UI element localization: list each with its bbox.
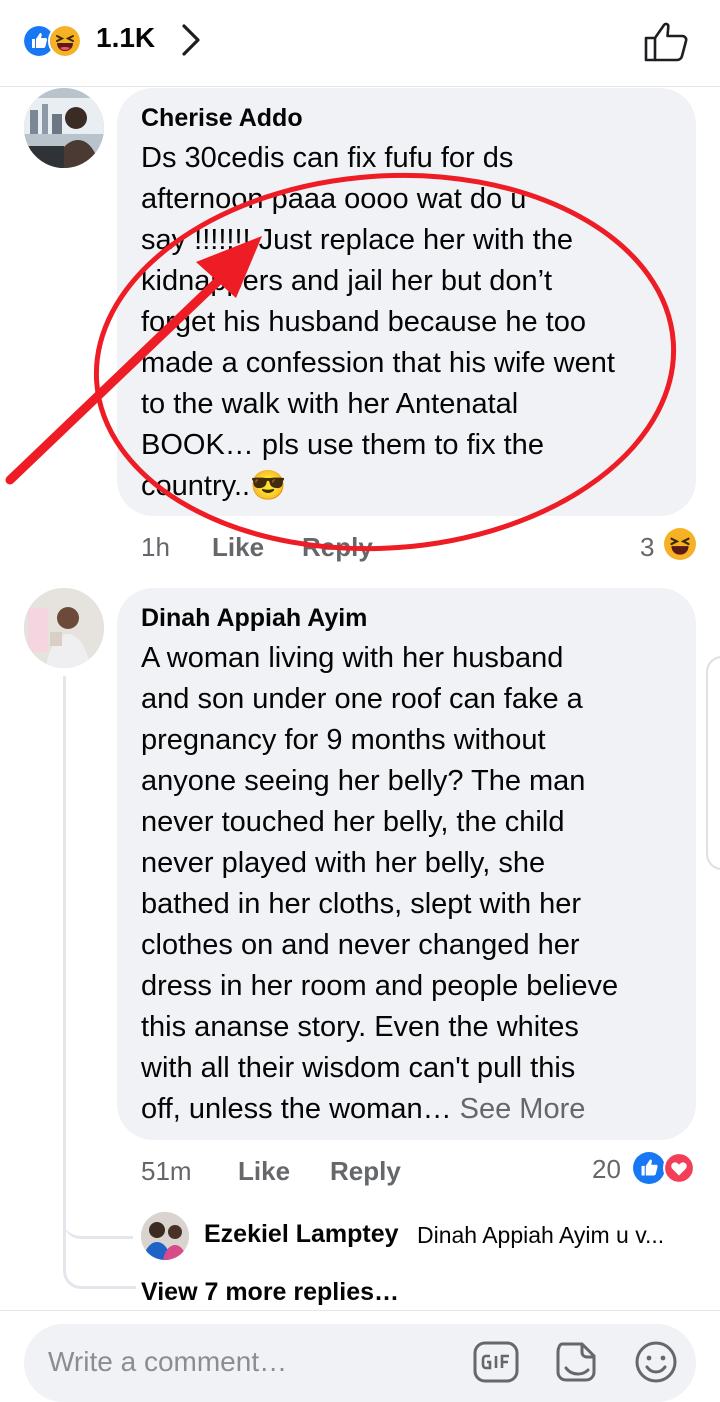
comment-reaction-count[interactable]: 3 bbox=[640, 532, 654, 563]
reply-author[interactable]: Ezekiel Lamptey bbox=[204, 1220, 399, 1249]
view-more-replies[interactable]: View 7 more replies… bbox=[141, 1278, 399, 1307]
haha-reaction-icon bbox=[48, 24, 82, 58]
profile-photo bbox=[141, 1212, 189, 1260]
reply-button[interactable]: Reply bbox=[302, 532, 373, 563]
comment-text: Ds 30cedis can fix fufu for ds afternoon… bbox=[141, 142, 615, 502]
comment-reaction-count[interactable]: 20 bbox=[592, 1154, 621, 1185]
reply-button[interactable]: Reply bbox=[330, 1156, 401, 1187]
thumbs-up-icon[interactable] bbox=[642, 18, 692, 64]
avatar-ezekiel-lamptey[interactable] bbox=[141, 1212, 189, 1260]
reply-preview[interactable]: Dinah Appiah Ayim u v... bbox=[417, 1222, 664, 1249]
chevron-right-icon[interactable] bbox=[178, 20, 204, 60]
like-reaction-icon bbox=[633, 1152, 665, 1184]
love-reaction-icon bbox=[663, 1152, 695, 1184]
reaction-count[interactable]: 1.1K bbox=[96, 22, 155, 54]
comment-author[interactable]: Dinah Appiah Ayim bbox=[141, 604, 367, 633]
avatar-dinah-appiah-ayim[interactable] bbox=[24, 588, 104, 668]
reactions-header: 1.1K bbox=[0, 0, 720, 87]
profile-photo bbox=[24, 88, 104, 168]
comment-time[interactable]: 51m bbox=[141, 1156, 192, 1187]
see-more-link[interactable]: See More bbox=[460, 1093, 586, 1125]
thread-branch bbox=[63, 1200, 133, 1239]
reaction-summary[interactable] bbox=[22, 24, 92, 58]
haha-reaction-icon bbox=[664, 528, 696, 560]
avatar-cherise-addo[interactable] bbox=[24, 88, 104, 168]
comment-author[interactable]: Cherise Addo bbox=[141, 104, 303, 133]
like-button[interactable]: Like bbox=[238, 1156, 290, 1187]
emoji-icon[interactable] bbox=[632, 1338, 680, 1386]
sticker-icon[interactable] bbox=[552, 1338, 600, 1386]
comment-text: A woman living with her husband and son … bbox=[141, 638, 681, 1130]
comment-time[interactable]: 1h bbox=[141, 532, 170, 563]
like-button[interactable]: Like bbox=[212, 532, 264, 563]
comment-body: A woman living with her husband and son … bbox=[141, 642, 619, 1125]
side-panel-edge bbox=[706, 656, 720, 870]
comment-input-placeholder: Write a comment… bbox=[48, 1346, 288, 1377]
profile-photo bbox=[24, 588, 104, 668]
gif-icon[interactable] bbox=[472, 1338, 520, 1386]
